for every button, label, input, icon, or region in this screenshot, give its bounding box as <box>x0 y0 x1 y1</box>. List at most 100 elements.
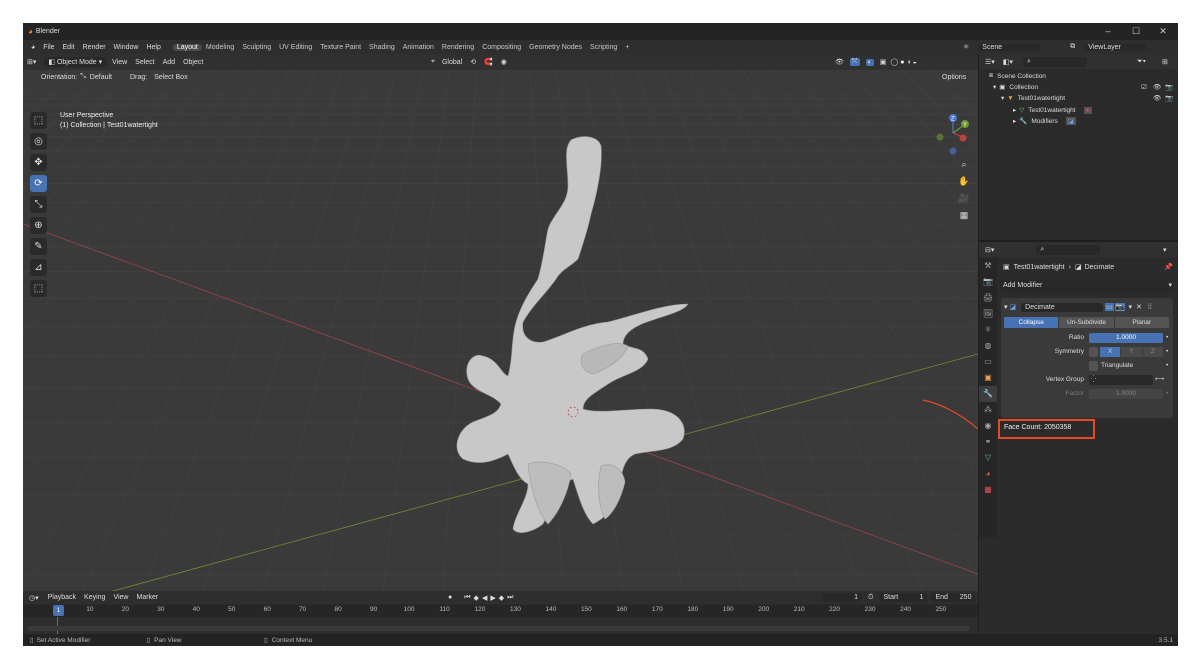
factor-keyframe-icon[interactable]: • <box>1166 389 1168 399</box>
drag-handle-icon[interactable]: ⁞⁞ <box>1148 304 1152 311</box>
axis-x[interactable]: X <box>1100 347 1121 357</box>
add-modifier-dropdown[interactable]: Add Modifier ▾ <box>999 280 1175 292</box>
display-mode-icon[interactable]: ◧▾ <box>1003 58 1013 66</box>
move-icon[interactable]: ✥ <box>30 154 47 171</box>
texture-tab-icon[interactable]: ▦ <box>979 482 997 498</box>
tab-geometry-nodes[interactable]: Geometry Nodes <box>525 44 586 51</box>
timeline-scrollbar[interactable] <box>27 626 970 631</box>
select-box-icon[interactable]: ⬚ <box>30 112 47 129</box>
tree-object[interactable]: ▾ ▼ Test01watertight 👁 📷 <box>1001 94 1175 103</box>
shading-rendered-icon[interactable]: ◒ <box>913 59 917 66</box>
timeline-ruler[interactable]: 1 10 20 30 40 50 60 70 80 90 100 110 120 130 140 150 160… <box>23 605 978 617</box>
blender-menu-icon[interactable]: ◕ <box>27 44 39 51</box>
cursor-icon[interactable]: ◎ <box>30 133 47 150</box>
rotate-icon[interactable]: ⟳ <box>30 175 47 192</box>
render-tab-icon[interactable]: 📷 <box>979 274 997 290</box>
menu-view[interactable]: View <box>108 58 131 67</box>
orientation-selector[interactable]: Default <box>86 73 116 82</box>
end-frame-field[interactable]: End 250 <box>931 593 976 602</box>
timeline-menu-playback[interactable]: Playback <box>44 593 80 602</box>
factor-slider[interactable]: 1.0000 <box>1089 389 1163 399</box>
shading-solid-icon[interactable]: ● <box>900 59 904 66</box>
properties-options-icon[interactable]: ▾ <box>1163 246 1167 254</box>
mode-selector[interactable]: ◧ Object Mode ▾ <box>44 57 107 67</box>
menu-file[interactable]: File <box>39 44 58 51</box>
collection-render-icon[interactable]: 📷 <box>1165 83 1173 91</box>
visibility-icon[interactable]: 👁 <box>835 58 844 66</box>
pivot-icon[interactable]: ⟲ <box>470 58 476 66</box>
tab-uv-editing[interactable]: UV Editing <box>275 44 316 51</box>
current-frame-marker[interactable]: 1 <box>53 605 64 616</box>
menu-window[interactable]: Window <box>110 44 143 51</box>
tab-animation[interactable]: Animation <box>399 44 438 51</box>
constraints-tab-icon[interactable]: ⚭ <box>979 434 997 450</box>
tree-collection[interactable]: ▾ ▣ Collection ☑ 👁 📷 <box>993 83 1175 92</box>
editor-type-icon[interactable]: ⊞▾ <box>27 58 36 66</box>
particles-tab-icon[interactable]: ⁂ <box>979 402 997 418</box>
symmetry-checkbox[interactable] <box>1089 347 1098 357</box>
tree-mesh-data[interactable]: ▸ ▽ Test01watertight ● <box>1013 106 1092 114</box>
close-button[interactable]: ✕ <box>1151 23 1175 40</box>
grid-view-icon[interactable]: ▦ <box>956 210 972 227</box>
tab-modeling[interactable]: Modeling <box>202 44 238 51</box>
options-dropdown[interactable]: Options <box>938 73 970 82</box>
mode-un-subdivide[interactable]: Un-Subdivide <box>1059 317 1114 328</box>
tab-rendering[interactable]: Rendering <box>438 44 478 51</box>
prev-keyframe-icon[interactable]: ◆ <box>474 594 479 602</box>
menu-render[interactable]: Render <box>79 44 110 51</box>
mode-collapse[interactable]: Collapse <box>1004 317 1059 328</box>
timeline-track[interactable] <box>23 617 978 634</box>
collection-tab-icon[interactable]: ▭ <box>979 354 997 370</box>
tab-shading[interactable]: Shading <box>365 44 399 51</box>
axis-z[interactable]: Z <box>1142 347 1163 357</box>
invert-vertex-group-icon[interactable]: ⟷ <box>1155 375 1164 385</box>
tree-scene-collection[interactable]: ⧈ Scene Collection <box>989 72 1046 80</box>
current-frame-field[interactable]: 1 <box>822 593 862 602</box>
collapse-panel-icon[interactable]: ▾ <box>1004 303 1008 311</box>
expand-object-icon[interactable]: ▾ <box>1001 94 1004 102</box>
view-layer-tab-icon[interactable]: 🖼 <box>979 306 997 322</box>
3d-viewport[interactable]: ⊞▾ ◧ Object Mode ▾ View Select Add Objec… <box>23 54 978 591</box>
output-tab-icon[interactable]: 🖨 <box>979 290 997 306</box>
mode-planar[interactable]: Planar <box>1114 317 1169 328</box>
axis-y[interactable]: Y <box>1121 347 1142 357</box>
shading-material-icon[interactable]: ◑ <box>906 59 910 66</box>
ratio-keyframe-icon[interactable]: • <box>1166 333 1168 343</box>
vertex-group-input[interactable]: ⁛ <box>1089 375 1153 385</box>
bone-mesh[interactable] <box>456 136 689 533</box>
tab-layout[interactable]: Layout <box>172 43 202 51</box>
snap-icon[interactable]: 🧲 <box>484 58 493 66</box>
minimize-button[interactable]: – <box>1096 23 1120 40</box>
tab-scripting[interactable]: Scripting <box>586 44 621 51</box>
play-reverse-icon[interactable]: ◀ <box>482 594 487 602</box>
tool-tab-icon[interactable]: ⚒ <box>979 258 997 274</box>
record-icon[interactable]: ● <box>448 594 452 601</box>
outliner-search-input[interactable]: ⌕ <box>1022 56 1087 67</box>
collection-visibility-icon[interactable]: 👁 <box>1153 83 1161 91</box>
expand-modifiers-icon[interactable]: ▸ <box>1013 117 1016 125</box>
menu-add[interactable]: Add <box>159 58 179 67</box>
add-cube-icon[interactable]: ⬚ <box>30 280 47 297</box>
start-frame-field[interactable]: Start 1 <box>879 593 928 602</box>
stopwatch-icon[interactable]: ⏱ <box>868 594 873 602</box>
expand-mesh-icon[interactable]: ▸ <box>1013 106 1016 114</box>
symmetry-keyframe-icon[interactable]: • <box>1166 347 1168 357</box>
properties-editor-type-icon[interactable]: ⊟▾ <box>985 246 994 254</box>
next-keyframe-icon[interactable]: ◆ <box>499 594 504 602</box>
timeline-menu-view[interactable]: View <box>109 593 132 602</box>
material-tab-icon[interactable]: ◕ <box>979 466 997 482</box>
modifier-tab-icon[interactable]: 🔧 <box>979 386 997 402</box>
object-render-icon[interactable]: 📷 <box>1165 94 1173 102</box>
view-layer-selector[interactable]: ViewLayer <box>1084 43 1147 51</box>
menu-edit[interactable]: Edit <box>59 44 79 51</box>
ratio-slider[interactable]: 1.0000 <box>1089 333 1163 343</box>
modifier-name-input[interactable]: Decimate <box>1021 302 1104 312</box>
overlay-toggle-icon[interactable]: ◐ <box>865 58 874 66</box>
clock-icon[interactable]: ◷▾ <box>29 594 39 602</box>
menu-object[interactable]: Object <box>179 58 207 67</box>
transform-orientation-selector[interactable]: Global <box>438 58 466 67</box>
remove-modifier-icon[interactable]: ✕ <box>1136 303 1142 311</box>
physics-tab-icon[interactable]: ◉ <box>979 418 997 434</box>
timeline-menu-keying[interactable]: Keying <box>80 593 109 602</box>
timeline-menu-marker[interactable]: Marker <box>132 593 162 602</box>
